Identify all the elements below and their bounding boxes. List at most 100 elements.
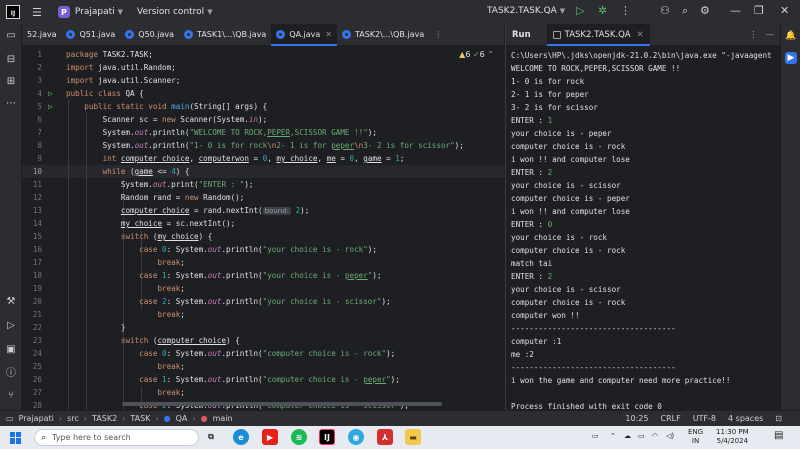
close-tab-icon[interactable]: ✕: [637, 30, 644, 40]
indent-setting[interactable]: 4 spaces: [728, 414, 763, 423]
chevron-down-icon[interactable]: ▼: [118, 8, 123, 16]
file-encoding[interactable]: UTF-8: [693, 414, 716, 423]
code-area[interactable]: package TASK2.TASK; import java.util.Ran…: [66, 46, 504, 410]
lock-icon[interactable]: ⊡: [775, 414, 782, 423]
browser-icon[interactable]: ◉: [348, 429, 364, 445]
settings-icon[interactable]: ⚙: [700, 4, 710, 17]
maximize-icon[interactable]: ❐: [754, 4, 764, 17]
code-line: computer_choice = rand.nextInt(bound: 2)…: [120, 206, 310, 215]
tab-qa-java[interactable]: QA.java ✕: [271, 24, 337, 46]
problems-tool-icon[interactable]: ⓘ: [5, 368, 17, 380]
console-line: 1- 0 is for rock: [511, 77, 585, 86]
spotify-icon[interactable]: ≋: [291, 429, 307, 445]
caret-position[interactable]: 10:25: [625, 414, 648, 423]
structure-tool-icon[interactable]: ⊞: [5, 76, 17, 88]
chevron-up-icon[interactable]: ⌃: [610, 432, 616, 441]
build-tool-icon[interactable]: ⚒: [5, 296, 17, 308]
language-indicator[interactable]: ENG IN: [688, 428, 703, 446]
line-number: 1: [37, 50, 42, 59]
run-main-icon[interactable]: ▷: [48, 100, 53, 113]
pdf-icon[interactable]: ⅄: [377, 429, 393, 445]
more-icon[interactable]: ⋮: [620, 4, 631, 17]
breadcrumb: ▭ Prajapati › src › TASK2 › TASK › ● QA › ● mai…: [6, 414, 233, 423]
breadcrumb-item[interactable]: src: [67, 414, 79, 423]
wifi-icon[interactable]: ◠: [652, 432, 658, 441]
cloud-icon[interactable]: ☁: [624, 432, 631, 441]
prompt-text: ENTER :: [511, 168, 548, 177]
run-tool-icon[interactable]: ▷: [5, 320, 17, 332]
project-name[interactable]: Prajapati: [75, 7, 115, 17]
breadcrumb-item[interactable]: main: [213, 414, 233, 423]
close-icon[interactable]: ✕: [780, 4, 789, 17]
notifications-icon[interactable]: 🔔: [785, 30, 797, 42]
minimize-icon[interactable]: —: [730, 4, 741, 17]
tab-q51-java[interactable]: Q51.java: [61, 24, 120, 45]
battery-icon[interactable]: ▭: [638, 432, 645, 441]
git-tool-icon[interactable]: ⑂: [5, 390, 17, 402]
title-bar: IJ ☰ P Prajapati ▼ Version control ▼ TAS…: [0, 0, 800, 24]
volume-icon[interactable]: ◁): [666, 432, 674, 441]
file-explorer-icon[interactable]: ▬: [405, 429, 421, 445]
intellij-logo-icon[interactable]: IJ: [6, 5, 20, 19]
breadcrumb-item[interactable]: TASK: [130, 414, 150, 423]
tab-label: Q51.java: [79, 30, 116, 39]
task-view-icon[interactable]: ⧉: [203, 429, 219, 445]
taskbar-search[interactable]: ⌕ Type here to search: [34, 429, 199, 446]
project-badge[interactable]: P: [57, 6, 70, 18]
console-line: your choice is - rock: [511, 233, 608, 242]
line-separator[interactable]: CRLF: [660, 414, 680, 423]
line-number: 23: [32, 336, 42, 345]
breadcrumb-item[interactable]: Prajapati: [19, 414, 54, 423]
terminal-tool-icon[interactable]: ▣: [5, 344, 17, 356]
line-gutter: 1 2 3 4 ▷ 5 ▷ 6 7 8 9 10 11 12 13 14 15 …: [22, 46, 62, 410]
right-tool-strip: 🔔 ▶: [780, 24, 800, 410]
run-config-selector[interactable]: TASK2.TASK.QA ▼: [487, 6, 565, 16]
code-editor[interactable]: 1 2 3 4 ▷ 5 ▷ 6 7 8 9 10 11 12 13 14 15 …: [22, 46, 504, 410]
run-title: Run: [512, 29, 531, 40]
edge-icon[interactable]: e: [233, 429, 249, 445]
tab-52-java[interactable]: 52.java: [22, 24, 61, 45]
run-config-label: TASK2.TASK.QA: [487, 6, 557, 16]
meet-now-icon[interactable]: ▭: [592, 432, 599, 441]
more-icon[interactable]: ⋮: [749, 30, 758, 40]
more-tools-icon[interactable]: ⋯: [5, 98, 17, 110]
code-line: while (game <= 4) {: [102, 167, 190, 176]
breadcrumb-item[interactable]: TASK2: [92, 414, 117, 423]
run-icon[interactable]: ▷: [576, 4, 584, 17]
run-class-icon[interactable]: ▷: [48, 87, 53, 100]
clock[interactable]: 11:30 PM 5/4/2024: [716, 428, 749, 446]
main-menu-icon[interactable]: ☰: [32, 6, 42, 19]
tab-overflow[interactable]: ⋮: [429, 24, 447, 45]
version-control-menu[interactable]: Version control: [137, 7, 204, 17]
hide-icon[interactable]: —: [766, 30, 775, 40]
search-icon[interactable]: ⌕: [682, 4, 688, 18]
intellij-icon[interactable]: IJ: [319, 429, 335, 445]
code-line: case 1: System.out.println("your choice …: [139, 271, 382, 280]
console-line: 3- 2 is for scissor: [511, 103, 598, 112]
lang-code: ENG: [688, 428, 704, 436]
line-number: 17: [32, 258, 42, 267]
console-line: me :2: [511, 350, 534, 359]
ai-assistant-icon[interactable]: ▶: [785, 52, 797, 64]
horizontal-scrollbar[interactable]: [122, 402, 442, 406]
breadcrumb-item[interactable]: QA: [176, 414, 188, 423]
run-config-tab[interactable]: TASK2.TASK.QA ✕: [546, 23, 650, 46]
tab-task1-qb-java[interactable]: TASK1\...\QB.java: [179, 24, 271, 45]
clock-date: 5/4/2024: [716, 437, 749, 445]
tab-task2-qb-java[interactable]: TASK2\...\QB.java: [337, 24, 429, 45]
chevron-down-icon[interactable]: ▼: [207, 8, 212, 16]
profile-icon[interactable]: ⚇: [660, 4, 670, 17]
console-line: computer choice is - peper: [511, 194, 630, 203]
windows-start-icon[interactable]: [10, 431, 22, 444]
tab-q50-java[interactable]: Q50.java: [120, 24, 179, 45]
inspection-widget[interactable]: ▲6 ✓6 ⌃: [459, 50, 494, 59]
commit-tool-icon[interactable]: ⊟: [5, 54, 17, 66]
console-output[interactable]: C:\Users\HP\.jdks\openjdk-21.0.2\bin\jav…: [511, 49, 780, 410]
console-line: computer choice is - rock: [511, 246, 626, 255]
youtube-icon[interactable]: ▶: [262, 429, 278, 445]
project-tool-icon[interactable]: ▭: [5, 30, 17, 42]
java-class-icon: [66, 30, 76, 39]
close-tab-icon[interactable]: ✕: [325, 30, 332, 39]
notification-center-icon[interactable]: ▤: [774, 431, 783, 441]
debug-icon[interactable]: ✲: [598, 4, 607, 17]
